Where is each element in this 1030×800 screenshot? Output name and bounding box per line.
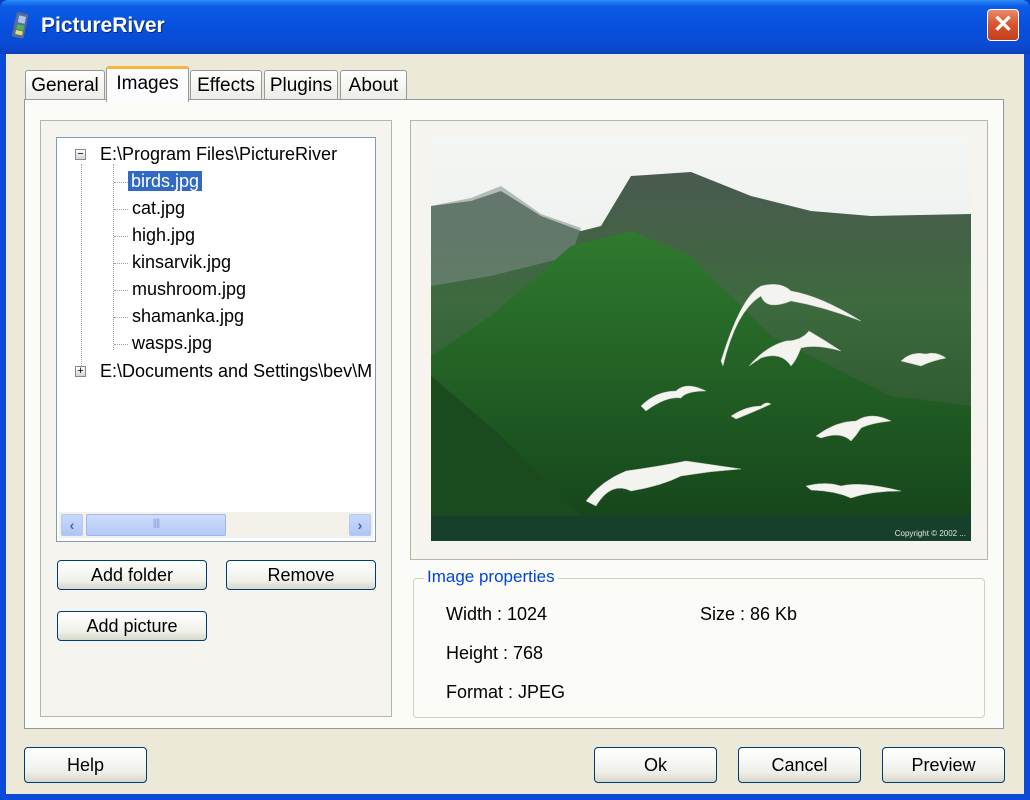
tree-folder-node[interactable]: E:\Documents and Settings\bev\M — [100, 360, 372, 382]
images-tab-panel: − E:\Program Files\PictureRiver birds.jp… — [24, 99, 1004, 729]
help-button[interactable]: Help — [24, 747, 147, 783]
add-picture-button[interactable]: Add picture — [57, 611, 207, 641]
tab-plugins[interactable]: Plugins — [264, 70, 338, 100]
height-property: Height : 768 — [446, 643, 544, 663]
folder-tree[interactable]: − E:\Program Files\PictureRiver birds.jp… — [56, 137, 376, 542]
tree-file-node[interactable]: kinsarvik.jpg — [132, 251, 231, 273]
tree-connector — [114, 263, 128, 264]
expand-icon[interactable]: + — [75, 366, 86, 377]
folder-label: E:\Program Files\PictureRiver — [100, 144, 338, 164]
tree-file-node[interactable]: wasps.jpg — [132, 332, 212, 354]
close-button[interactable]: ✕ — [987, 9, 1019, 41]
tree-connector — [114, 209, 128, 210]
tree-connector — [114, 236, 128, 237]
tree-folder-node[interactable]: E:\Program Files\PictureRiver — [100, 143, 337, 165]
ok-button[interactable]: Ok — [594, 747, 717, 783]
add-folder-button[interactable]: Add folder — [57, 560, 207, 590]
tree-file-node[interactable]: mushroom.jpg — [132, 278, 246, 300]
tree-connector — [113, 164, 114, 350]
film-strip-icon — [12, 12, 29, 39]
format-property: Format : JPEG — [446, 682, 566, 702]
scroll-right-button[interactable]: › — [349, 514, 371, 536]
tree-file-node[interactable]: high.jpg — [132, 224, 195, 246]
photo-caption: Copyright © 2002 ... — [895, 529, 966, 538]
remove-button[interactable]: Remove — [226, 560, 376, 590]
file-label: mushroom.jpg — [132, 279, 247, 299]
tab-images[interactable]: Images — [106, 66, 189, 102]
tab-about[interactable]: About — [340, 70, 407, 100]
file-label: kinsarvik.jpg — [132, 252, 232, 272]
cancel-button[interactable]: Cancel — [738, 747, 861, 783]
file-label: shamanka.jpg — [132, 306, 245, 326]
tree-connector — [81, 164, 82, 370]
file-label: wasps.jpg — [132, 333, 213, 353]
scrollbar-thumb[interactable]: |||| — [86, 514, 226, 536]
size-property: Size : 86 Kb — [700, 604, 798, 624]
collapse-icon[interactable]: − — [75, 149, 86, 160]
tab-effects[interactable]: Effects — [190, 70, 262, 100]
tree-connector — [114, 317, 128, 318]
preview-button[interactable]: Preview — [882, 747, 1005, 783]
tree-connector — [114, 344, 128, 345]
fjord-water — [431, 516, 971, 541]
dialog-client-area: General Images Effects Plugins About − E… — [6, 54, 1024, 794]
image-properties-legend: Image properties — [424, 567, 558, 587]
width-property: Width : 1024 — [446, 604, 548, 624]
file-label: high.jpg — [132, 225, 196, 245]
file-label: birds.jpg — [128, 171, 203, 191]
title-bar[interactable]: PictureRiver ✕ — [0, 0, 1030, 54]
tree-file-node[interactable]: shamanka.jpg — [132, 305, 244, 327]
image-preview: Copyright © 2002 ... — [431, 136, 971, 541]
close-icon: ✕ — [992, 11, 1014, 38]
chevron-right-icon: › — [357, 517, 363, 533]
image-preview-frame: Copyright © 2002 ... — [410, 120, 988, 560]
window-title: PictureRiver — [41, 14, 165, 37]
scroll-left-button[interactable]: ‹ — [61, 514, 83, 536]
tree-file-node-selected[interactable]: birds.jpg — [128, 170, 203, 192]
picture-river-window: PictureRiver ✕ General Images Effects Pl… — [0, 0, 1030, 800]
grip-icon: |||| — [152, 518, 160, 529]
image-properties-group: Image properties Width : 1024 Size : 86 … — [413, 567, 985, 718]
horizontal-scrollbar[interactable]: ‹ |||| › — [59, 512, 373, 538]
tree-file-node[interactable]: cat.jpg — [132, 197, 185, 219]
file-label: cat.jpg — [132, 198, 186, 218]
tree-connector — [114, 182, 128, 183]
chevron-left-icon: ‹ — [69, 517, 75, 533]
folder-label: E:\Documents and Settings\bev\M — [100, 361, 373, 381]
tree-connector — [114, 290, 128, 291]
image-list-group: − E:\Program Files\PictureRiver birds.jp… — [40, 120, 392, 717]
tab-general[interactable]: General — [25, 70, 105, 100]
